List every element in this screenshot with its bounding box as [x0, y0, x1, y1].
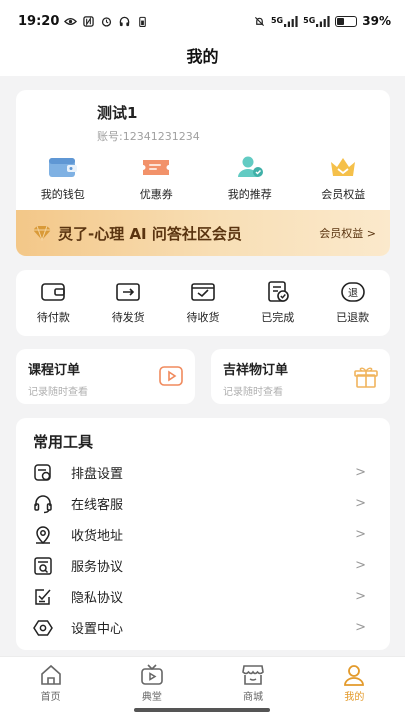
quick-referral-label: 我的推荐 [227, 188, 272, 201]
tool-settings-center[interactable]: 设置中心 > [16, 612, 390, 643]
quick-member-label: 会员权益 [321, 188, 366, 201]
order-completed[interactable]: 已完成 [240, 281, 315, 325]
vip-benefits-link[interactable]: 会员权益 > [319, 225, 376, 241]
chevron-right-icon: > [355, 527, 366, 542]
user-name[interactable]: 测试1 [97, 102, 137, 123]
tool-customer-service-label: 在线客服 [71, 498, 124, 513]
quick-wallet-label: 我的钱包 [40, 188, 85, 201]
signal-1: 5G [271, 15, 298, 27]
order-pending-payment-label: 待付款 [36, 311, 70, 324]
course-orders-card[interactable]: 课程订单 记录随时查看 [16, 349, 195, 404]
orders-card: 待付款 待发货 待收货 已完成 退 已退款 [16, 270, 390, 336]
diamond-icon [33, 225, 51, 241]
profile-card: 测试1 账号:12341231234 我的钱包 优惠券 我的推荐 会员权益 灵了… [16, 90, 390, 256]
chevron-right-icon: > [355, 620, 366, 635]
chevron-right-icon: > [355, 496, 366, 511]
order-pending-shipment-label: 待发货 [111, 311, 145, 324]
home-icon [40, 664, 61, 685]
account-number: 账号:12341231234 [97, 130, 200, 143]
refund-icon: 退 [340, 282, 365, 302]
tool-chart-settings-label: 排盘设置 [71, 467, 124, 482]
receive-check-icon [191, 283, 215, 301]
battery-percent: 39% [362, 14, 391, 28]
crown-icon [331, 158, 356, 176]
chevron-right-icon: > [355, 465, 366, 480]
tool-privacy-agreement[interactable]: 隐私协议 > [16, 581, 390, 612]
tool-shipping-address[interactable]: 收货地址 > [16, 519, 390, 550]
nav-classroom-label: 典堂 [141, 692, 162, 703]
nav-home[interactable]: 首页 [0, 657, 101, 720]
referral-icon [237, 156, 263, 177]
chart-settings-icon [34, 463, 51, 481]
small-battery-icon [139, 16, 147, 27]
order-pending-receipt[interactable]: 待收货 [166, 281, 241, 325]
user-icon [344, 665, 365, 686]
tools-card: 常用工具 排盘设置 > 在线客服 > 收货地址 > 服务协议 > 隐私协议 > … [16, 418, 390, 650]
order-completed-label: 已完成 [261, 311, 295, 324]
tool-service-agreement-label: 服务协议 [71, 560, 124, 575]
chevron-right-icon: > [355, 558, 366, 573]
coupon-icon [143, 160, 170, 175]
video-play-icon [159, 366, 183, 386]
privacy-agreement-icon [35, 588, 51, 605]
tool-customer-service[interactable]: 在线客服 > [16, 488, 390, 519]
order-pending-shipment[interactable]: 待发货 [91, 281, 166, 325]
battery-icon [335, 15, 358, 27]
status-bar: 19:20 5G 5G 39% [0, 0, 405, 42]
settings-icon [33, 619, 53, 636]
document-check-icon [267, 281, 289, 302]
ship-box-icon [116, 283, 140, 301]
tool-shipping-address-label: 收货地址 [71, 529, 124, 544]
quick-coupon[interactable]: 优惠券 [110, 155, 204, 202]
quick-coupon-label: 优惠券 [139, 188, 173, 201]
tool-service-agreement[interactable]: 服务协议 > [16, 550, 390, 581]
alarm-icon [102, 16, 112, 27]
order-refunded-label: 已退款 [336, 311, 370, 324]
signal-2: 5G [303, 15, 330, 27]
order-pending-receipt-label: 待收货 [186, 311, 220, 324]
vip-banner[interactable]: 灵了-心理 AI 问答社区会员 会员权益 > [16, 210, 390, 256]
tool-privacy-agreement-label: 隐私协议 [71, 591, 124, 606]
nav-mine[interactable]: 我的 [304, 657, 405, 720]
quick-member-benefits[interactable]: 会员权益 [297, 155, 391, 202]
chevron-right-icon: > [355, 589, 366, 604]
mascot-orders-card[interactable]: 吉祥物订单 记录随时查看 [211, 349, 390, 404]
wallet-pay-icon [41, 283, 66, 301]
headphones-icon [120, 16, 130, 26]
order-refunded[interactable]: 退 已退款 [315, 281, 390, 325]
gift-icon [354, 367, 378, 388]
page-title: 我的 [0, 42, 405, 76]
eye-icon [64, 17, 78, 25]
nfc-icon [83, 15, 95, 27]
vip-title: 灵了-心理 AI 问答社区会员 [58, 224, 242, 243]
store-icon [242, 665, 264, 685]
tools-title: 常用工具 [33, 433, 94, 451]
status-time: 19:20 [18, 13, 60, 29]
nav-home-label: 首页 [40, 692, 61, 703]
mute-icon [254, 16, 265, 26]
quick-actions: 我的钱包 优惠券 我的推荐 会员权益 [16, 155, 390, 202]
order-pending-payment[interactable]: 待付款 [16, 281, 91, 325]
headset-icon [34, 494, 52, 513]
wallet-icon [48, 158, 77, 177]
tool-settings-center-label: 设置中心 [71, 622, 124, 637]
home-indicator [134, 708, 270, 712]
quick-wallet[interactable]: 我的钱包 [16, 155, 110, 202]
service-agreement-icon [34, 556, 52, 575]
svg-text:退: 退 [348, 288, 358, 300]
quick-referral[interactable]: 我的推荐 [203, 155, 297, 202]
nav-mine-label: 我的 [344, 692, 365, 703]
location-icon [36, 525, 50, 544]
nav-store-label: 商城 [243, 692, 264, 703]
tv-icon [141, 664, 163, 685]
tool-chart-settings[interactable]: 排盘设置 > [16, 457, 390, 488]
